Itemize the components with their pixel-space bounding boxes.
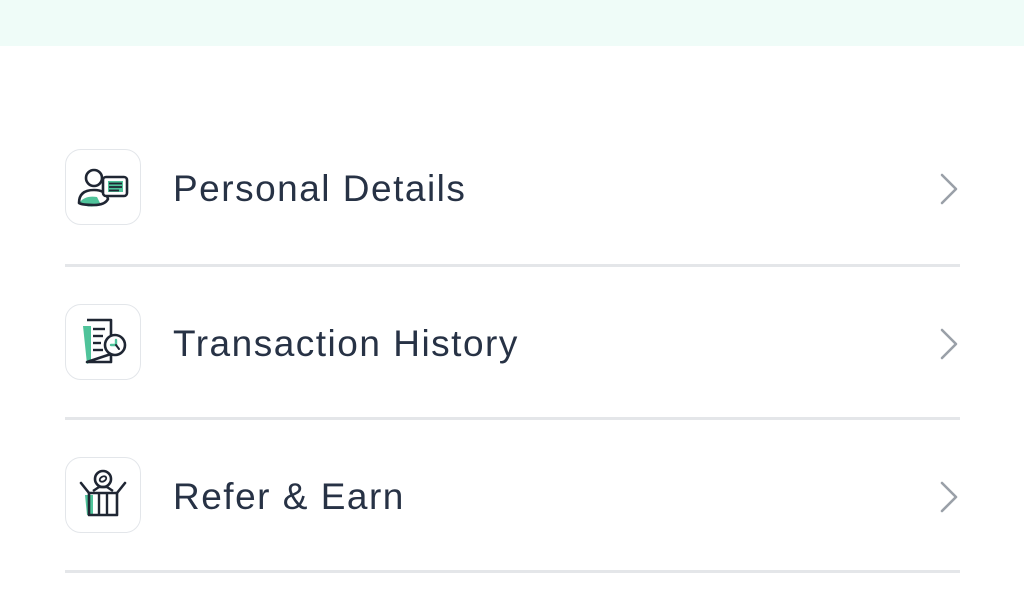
personal-details-icon <box>65 149 141 225</box>
menu-item-refer-earn[interactable]: Refer & Earn <box>65 420 960 573</box>
menu-list: Personal Details Transaction History Ref… <box>65 112 960 573</box>
transaction-history-icon <box>65 304 141 380</box>
menu-item-label: Personal Details <box>173 168 467 209</box>
header-band <box>0 0 1024 46</box>
menu-item-label: Transaction History <box>173 323 519 364</box>
menu-item-personal-details[interactable]: Personal Details <box>65 112 960 267</box>
menu-item-transaction-history[interactable]: Transaction History <box>65 267 960 420</box>
profile-menu-page: Personal Details Transaction History Ref… <box>0 0 1024 606</box>
chevron-right-icon <box>940 173 958 205</box>
refer-earn-icon <box>65 457 141 533</box>
chevron-right-icon <box>940 481 958 513</box>
menu-item-label: Refer & Earn <box>173 476 405 517</box>
chevron-right-icon <box>940 328 958 360</box>
